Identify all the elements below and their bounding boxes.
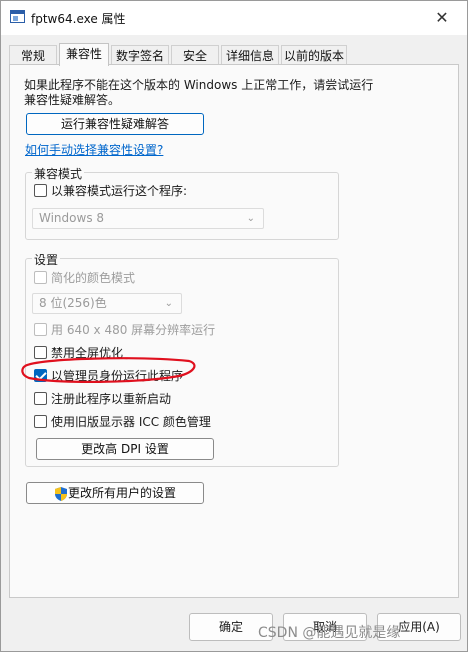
- legacy-icc-label: 使用旧版显示器 ICC 颜色管理: [51, 415, 211, 429]
- manual-settings-link[interactable]: 如何手动选择兼容性设置?: [25, 141, 163, 158]
- compatibility-panel: 如果此程序不能在这个版本的 Windows 上正常工作，请尝试运行兼容性疑难解答…: [9, 64, 459, 598]
- compat-mode-group: 兼容模式 以兼容模式运行这个程序: Windows 8 ⌄: [25, 165, 339, 240]
- run-troubleshooter-button[interactable]: 运行兼容性疑难解答: [26, 113, 204, 135]
- chevron-down-icon: ⌄: [164, 298, 173, 309]
- tab-compatibility[interactable]: 兼容性: [59, 43, 109, 66]
- uac-shield-icon: [55, 487, 67, 501]
- tab-digital-signatures[interactable]: 数字签名: [111, 45, 169, 65]
- color-depth-value: 8 位(256)色: [39, 296, 107, 310]
- window-title: fptw64.exe 属性: [31, 12, 126, 26]
- checkbox-box[interactable]: [34, 392, 47, 405]
- compat-os-value: Windows 8: [39, 211, 105, 225]
- compat-os-select[interactable]: Windows 8 ⌄: [32, 208, 264, 229]
- res-640-label: 用 640 x 480 屏幕分辨率运行: [51, 323, 216, 337]
- close-icon[interactable]: ✕: [427, 7, 457, 29]
- tab-previous-versions[interactable]: 以前的版本: [281, 45, 347, 65]
- compat-mode-group-label: 兼容模式: [32, 165, 85, 182]
- checkbox-box[interactable]: [34, 323, 47, 336]
- settings-group-label: 设置: [32, 251, 61, 268]
- chevron-down-icon: ⌄: [246, 213, 255, 224]
- color-depth-select[interactable]: 8 位(256)色 ⌄: [32, 293, 182, 314]
- watermark-text: CSDN @能遇见就是缘: [258, 625, 401, 641]
- change-dpi-button[interactable]: 更改高 DPI 设置: [36, 438, 214, 460]
- checkbox-box[interactable]: [34, 184, 47, 197]
- change-all-users-label: 更改所有用户的设置: [67, 486, 176, 500]
- reduced-color-label: 简化的颜色模式: [51, 271, 136, 285]
- tab-general[interactable]: 常规: [9, 45, 57, 65]
- red-annotation-circle: [21, 357, 196, 384]
- tab-details[interactable]: 详细信息: [221, 45, 279, 65]
- tab-security[interactable]: 安全: [171, 45, 219, 65]
- checkbox-box[interactable]: [34, 271, 47, 284]
- checkbox-box[interactable]: [34, 415, 47, 428]
- app-window-icon: [10, 10, 25, 23]
- properties-dialog: fptw64.exe 属性 ✕ 常规 兼容性 数字签名 安全 详细信息 以前的版…: [0, 0, 468, 652]
- info-text: 如果此程序不能在这个版本的 Windows 上正常工作，请尝试运行兼容性疑难解答…: [24, 78, 374, 107]
- register-restart-label: 注册此程序以重新启动: [51, 392, 172, 406]
- change-all-users-button[interactable]: 更改所有用户的设置: [26, 482, 204, 504]
- title-bar: fptw64.exe 属性 ✕: [1, 1, 467, 35]
- compat-mode-label: 以兼容模式运行这个程序:: [51, 184, 188, 198]
